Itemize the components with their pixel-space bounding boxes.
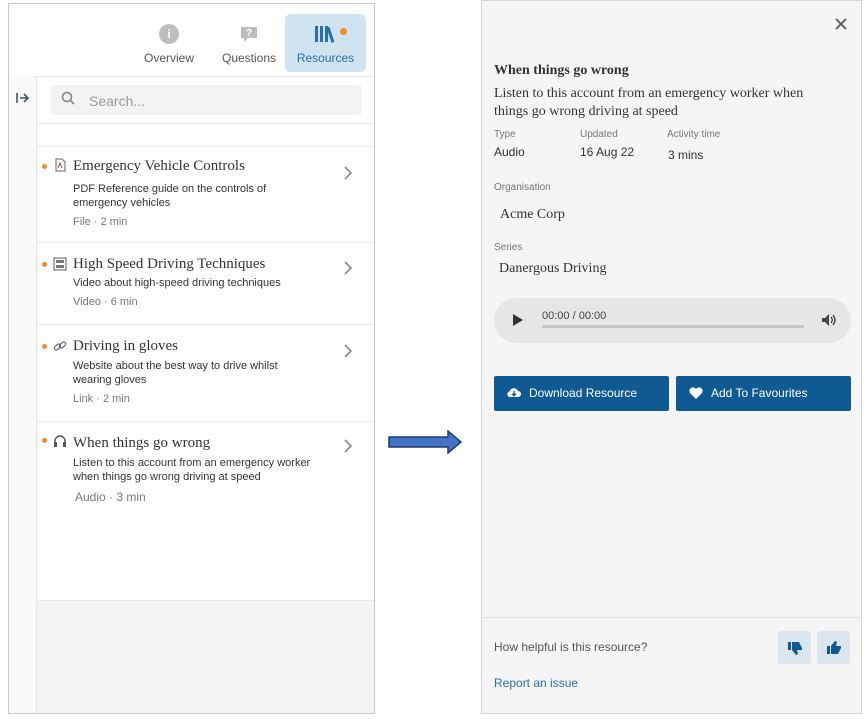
chevron-right-icon (344, 261, 353, 275)
close-icon[interactable] (834, 17, 848, 31)
resource-title: High Speed Driving Techniques (73, 256, 266, 272)
resource-item[interactable]: Emergency Vehicle Controls PDF Reference… (37, 146, 374, 243)
button-label: Download Resource (529, 386, 638, 400)
chevron-right-icon (344, 344, 353, 358)
updated-label: Updated (580, 129, 618, 140)
resource-meta: Audio · 3 min (75, 490, 146, 504)
resource-description: Website about the best way to drive whil… (73, 360, 278, 386)
tab-label: Questions (221, 51, 277, 65)
unread-dot (42, 164, 47, 169)
type-label: Type (494, 129, 516, 140)
download-resource-button[interactable]: Download Resource (494, 376, 669, 411)
resource-description: PDF Reference guide on the controls of e… (73, 183, 267, 209)
expand-sidebar-icon[interactable] (16, 91, 30, 105)
chevron-right-icon (344, 439, 353, 453)
svg-text:?: ? (246, 28, 252, 39)
audio-progress-track[interactable] (542, 325, 804, 328)
type-value: Audio (494, 145, 525, 159)
unread-dot (42, 344, 47, 349)
resource-title: Emergency Vehicle Controls (73, 158, 245, 174)
thumbs-down-button[interactable] (778, 631, 811, 664)
cloud-download-icon (507, 388, 521, 397)
link-icon (53, 341, 67, 351)
resource-item[interactable]: Driving in gloves Website about the best… (37, 325, 374, 422)
tab-label: Overview (143, 51, 194, 65)
resource-meta: File · 2 min (73, 216, 128, 228)
button-label: Add To Favourites (711, 386, 808, 400)
resource-item[interactable]: When things go wrong Listen to this acco… (37, 422, 374, 518)
resource-list: Emergency Vehicle Controls PDF Reference… (37, 124, 374, 600)
thumbs-up-button[interactable] (817, 631, 850, 664)
heart-icon (689, 387, 703, 399)
resource-description: Video about high-speed driving technique… (73, 277, 281, 289)
headphones-icon (54, 435, 66, 447)
feedback-footer: How helpful is this resource? Report an … (482, 617, 861, 714)
notification-dot (340, 28, 347, 35)
resource-title: When things go wrong (494, 63, 629, 78)
tab-overview[interactable]: i Overview (131, 14, 207, 72)
resource-meta: Link · 2 min (73, 393, 130, 405)
resource-description: Listen to this account from an emergency… (73, 457, 311, 483)
organisation-label: Organisation (494, 182, 551, 193)
unread-dot (42, 262, 47, 267)
info-icon: i (159, 24, 179, 44)
resource-title: Driving in gloves (73, 338, 178, 354)
audio-player: 00:00 / 00:00 (494, 298, 851, 343)
resource-title: When things go wrong (73, 435, 211, 451)
search-icon (61, 91, 75, 105)
report-issue-link[interactable]: Report an issue (494, 676, 578, 690)
volume-icon[interactable] (821, 313, 837, 327)
film-icon (53, 257, 67, 271)
list-footer-area (37, 600, 374, 713)
resources-panel: i Overview ? Questions Resources Search.… (8, 3, 375, 714)
question-bubble-icon: ? (241, 27, 257, 42)
search-input[interactable] (87, 88, 351, 114)
tab-resources[interactable]: Resources (285, 14, 366, 72)
series-value: Danergous Driving (499, 261, 607, 276)
thumbs-down-icon (788, 642, 802, 655)
resource-meta: Video · 6 min (73, 296, 138, 308)
activity-time-label: Activity time (667, 129, 721, 140)
panel-tabs: i Overview ? Questions Resources (9, 4, 374, 77)
books-icon (314, 26, 334, 43)
side-rail (9, 76, 37, 713)
resource-detail-panel: When things go wrong Listen to this acco… (481, 0, 862, 714)
chevron-right-icon (344, 166, 353, 180)
series-label: Series (494, 242, 523, 253)
right-arrow-icon (388, 430, 463, 454)
unread-dot (42, 438, 47, 443)
add-to-favourites-button[interactable]: Add To Favourites (676, 376, 851, 411)
resource-description: Listen to this account from an emergency… (494, 86, 804, 119)
organisation-value: Acme Corp (500, 207, 565, 222)
audio-time: 00:00 / 00:00 (542, 310, 607, 322)
search-box[interactable] (51, 85, 362, 115)
play-icon[interactable] (513, 314, 523, 326)
activity-time-value: 3 mins (668, 148, 704, 162)
updated-value: 16 Aug 22 (580, 145, 635, 159)
tab-label: Resources (296, 51, 355, 65)
pdf-file-icon (55, 158, 66, 172)
search-row (37, 77, 374, 124)
tab-questions[interactable]: ? Questions (211, 14, 287, 72)
list-spacer (37, 124, 374, 147)
thumbs-up-icon (827, 641, 841, 654)
resource-item[interactable]: High Speed Driving Techniques Video abou… (37, 243, 374, 325)
helpful-question: How helpful is this resource? (494, 640, 648, 654)
